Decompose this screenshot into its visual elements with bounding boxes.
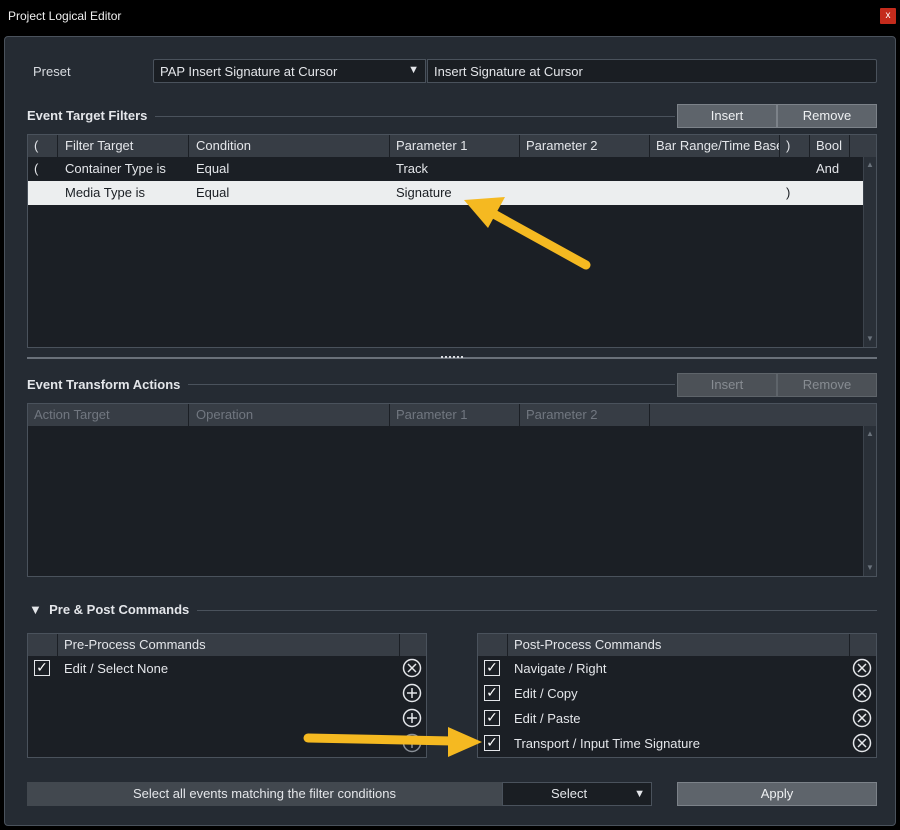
splitter-grip-icon[interactable]	[441, 356, 463, 360]
checkbox-checked-icon[interactable]: ✓	[484, 735, 500, 751]
commands-section-title[interactable]: ▼ Pre & Post Commands	[29, 602, 198, 617]
list-item[interactable]: ✓ Navigate / Right	[478, 656, 876, 681]
preset-label: Preset	[33, 64, 71, 79]
command-label: Navigate / Right	[514, 661, 607, 676]
scroll-down-icon[interactable]: ▼	[864, 562, 876, 574]
table-row[interactable]: ( Container Type is Equal Track And	[28, 157, 876, 181]
cell-close-paren[interactable]	[780, 157, 786, 181]
command-label: Transport / Input Time Signature	[514, 736, 700, 751]
cell-filter-target[interactable]: Media Type is	[59, 181, 145, 205]
cell-bool[interactable]: And	[810, 157, 839, 181]
section-divider	[190, 610, 877, 611]
pre-process-header: Pre-Process Commands	[28, 634, 426, 656]
command-label: Edit / Select None	[64, 661, 169, 676]
filters-section-title: Event Target Filters	[27, 108, 156, 123]
circle-x-icon[interactable]	[852, 708, 872, 728]
window-titlebar: Project Logical Editor x	[0, 0, 900, 32]
collapse-triangle-icon[interactable]: ▼	[29, 602, 42, 617]
cell-close-paren[interactable]: )	[780, 181, 790, 205]
column-header-parameter-2[interactable]: Parameter 2	[520, 404, 650, 426]
filters-insert-button[interactable]: Insert	[677, 104, 777, 128]
actions-table: Action Target Operation Parameter 1 Para…	[27, 403, 877, 577]
command-label: Edit / Copy	[514, 686, 578, 701]
post-process-list: Post-Process Commands ✓ Navigate / Right…	[477, 633, 877, 758]
window-title: Project Logical Editor	[8, 9, 122, 23]
scroll-up-icon[interactable]: ▲	[864, 159, 876, 171]
pre-process-header-label: Pre-Process Commands	[58, 634, 400, 656]
column-header-parameter-1[interactable]: Parameter 1	[390, 135, 520, 157]
circle-plus-icon[interactable]	[402, 708, 422, 728]
checkbox-column-header	[478, 634, 508, 656]
checkbox-checked-icon[interactable]: ✓	[484, 710, 500, 726]
column-header-action-target[interactable]: Action Target	[28, 404, 189, 426]
list-item[interactable]: ✓ Transport / Input Time Signature	[478, 731, 876, 756]
cell-filter-target[interactable]: Container Type is	[59, 157, 166, 181]
list-item[interactable]: ✓ Edit / Paste	[478, 706, 876, 731]
actions-scrollbar[interactable]: ▲ ▼	[863, 426, 876, 576]
checkbox-checked-icon[interactable]: ✓	[34, 660, 50, 676]
column-header-operation[interactable]: Operation	[190, 404, 390, 426]
circle-plus-icon[interactable]	[402, 683, 422, 703]
cell-bool[interactable]	[810, 181, 816, 205]
circle-x-icon[interactable]	[852, 683, 872, 703]
checkbox-checked-icon[interactable]: ✓	[484, 685, 500, 701]
scroll-down-icon[interactable]: ▼	[864, 333, 876, 345]
function-dropdown[interactable]: Select ▼	[502, 782, 652, 806]
caret-down-icon: ▼	[408, 64, 419, 76]
function-description: Select all events matching the filter co…	[27, 782, 502, 806]
column-header-close-paren[interactable]: )	[780, 135, 810, 157]
column-header-open-paren[interactable]: (	[28, 135, 58, 157]
post-process-header: Post-Process Commands	[478, 634, 876, 656]
cell-condition[interactable]: Equal	[190, 181, 229, 205]
cell-open-paren[interactable]: (	[28, 157, 38, 181]
actions-remove-button[interactable]: Remove	[777, 373, 877, 397]
scroll-up-icon[interactable]: ▲	[864, 428, 876, 440]
cell-open-paren[interactable]	[28, 181, 34, 205]
section-divider	[175, 384, 675, 385]
cell-parameter-1[interactable]: Track	[390, 157, 428, 181]
apply-button[interactable]: Apply	[677, 782, 877, 806]
column-header-condition[interactable]: Condition	[190, 135, 390, 157]
circle-plus-icon[interactable]	[402, 733, 422, 753]
close-button[interactable]: x	[880, 8, 896, 24]
column-header-bool[interactable]: Bool	[810, 135, 850, 157]
filters-table: ( Filter Target Condition Parameter 1 Pa…	[27, 134, 877, 348]
preset-dropdown[interactable]: PAP Insert Signature at Cursor ▼	[153, 59, 426, 83]
checkbox-checked-icon[interactable]: ✓	[484, 660, 500, 676]
column-header-filter-target[interactable]: Filter Target	[59, 135, 189, 157]
circle-x-icon[interactable]	[852, 658, 872, 678]
cell-parameter-2[interactable]	[520, 157, 526, 181]
commands-section-label: Pre & Post Commands	[49, 602, 190, 617]
table-row-selected[interactable]: Media Type is Equal Signature )	[28, 181, 876, 205]
cell-parameter-1[interactable]: Signature	[390, 181, 452, 205]
circle-x-icon[interactable]	[852, 733, 872, 753]
preset-selected-value: PAP Insert Signature at Cursor	[160, 64, 338, 79]
circle-x-icon[interactable]	[402, 658, 422, 678]
filters-table-header: ( Filter Target Condition Parameter 1 Pa…	[28, 135, 876, 157]
actions-section-title: Event Transform Actions	[27, 377, 189, 392]
cell-condition[interactable]: Equal	[190, 157, 229, 181]
column-header-parameter-2[interactable]: Parameter 2	[520, 135, 650, 157]
cell-bar-range[interactable]	[650, 157, 656, 181]
list-item[interactable]: ✓ Edit / Copy	[478, 681, 876, 706]
caret-down-icon: ▼	[634, 788, 645, 800]
filters-remove-button[interactable]: Remove	[777, 104, 877, 128]
column-header-parameter-1[interactable]: Parameter 1	[390, 404, 520, 426]
actions-insert-button[interactable]: Insert	[677, 373, 777, 397]
list-item[interactable]: ✓ Edit / Select None	[28, 656, 426, 681]
post-process-header-label: Post-Process Commands	[508, 634, 850, 656]
section-divider	[145, 116, 675, 117]
filters-scrollbar[interactable]: ▲ ▼	[863, 157, 876, 347]
cell-parameter-2[interactable]	[520, 181, 526, 205]
logical-editor-dialog: Preset PAP Insert Signature at Cursor ▼ …	[4, 36, 896, 826]
column-header-bar-range[interactable]: Bar Range/Time Base	[650, 135, 780, 157]
cell-bar-range[interactable]	[650, 181, 656, 205]
pre-process-list: Pre-Process Commands ✓ Edit / Select Non…	[27, 633, 427, 758]
command-label: Edit / Paste	[514, 711, 581, 726]
function-selected-value: Select	[551, 786, 588, 801]
actions-table-header: Action Target Operation Parameter 1 Para…	[28, 404, 876, 426]
checkbox-column-header	[28, 634, 58, 656]
preset-name-field[interactable]: Insert Signature at Cursor	[427, 59, 877, 83]
